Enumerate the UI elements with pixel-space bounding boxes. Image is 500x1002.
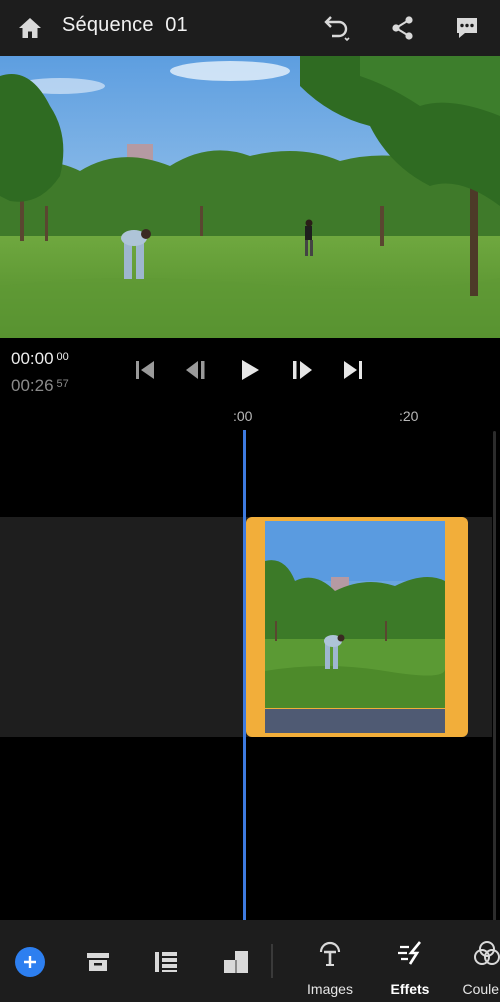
skip-to-start-button[interactable] xyxy=(130,355,160,385)
images-label: Images xyxy=(307,981,353,997)
clip-thumbnail-image xyxy=(265,521,445,708)
archive-icon xyxy=(87,953,109,971)
effects-tool[interactable]: Effets xyxy=(375,936,445,1002)
play-button[interactable] xyxy=(234,355,264,385)
page-title: Séquence 01 xyxy=(62,14,188,36)
video-frame-image xyxy=(0,56,500,338)
step-forward-button[interactable] xyxy=(286,355,316,385)
share-icon xyxy=(392,16,413,40)
clip-thumbnail xyxy=(265,521,445,708)
playhead[interactable] xyxy=(243,430,246,920)
clip-audio-strip xyxy=(265,709,445,733)
toolbar-divider xyxy=(271,944,273,978)
aspect-ratio-button[interactable] xyxy=(218,944,254,980)
plus-icon xyxy=(24,956,36,968)
effects-icon xyxy=(375,936,445,970)
total-time: 00:26 xyxy=(11,376,54,395)
current-frames: 00 xyxy=(56,351,69,363)
clip-list-button[interactable] xyxy=(148,944,184,980)
app-header: Séquence 01 xyxy=(0,0,500,56)
ruler-label-start: :00 xyxy=(233,408,253,424)
transport-bar: 00:00 00 00:26 57 xyxy=(0,338,500,404)
step-back-icon xyxy=(186,361,205,379)
images-tool[interactable]: Images xyxy=(295,936,365,1002)
add-circle xyxy=(15,947,45,977)
archive-button[interactable] xyxy=(80,944,116,980)
images-text-icon xyxy=(295,936,365,970)
comments-button[interactable] xyxy=(449,10,485,46)
home-icon xyxy=(19,18,41,38)
share-button[interactable] xyxy=(385,10,421,46)
ruler-label-20: :20 xyxy=(399,408,419,424)
step-back-button[interactable] xyxy=(182,355,212,385)
effects-label: Effets xyxy=(390,981,430,997)
timeline-scrollbar[interactable] xyxy=(493,431,496,921)
add-media-button[interactable] xyxy=(12,944,48,980)
current-time: 00:00 xyxy=(11,349,54,368)
skip-to-end-button[interactable] xyxy=(338,355,368,385)
color-tool[interactable]: Couleur xyxy=(452,936,500,1002)
aspect-ratio-icon xyxy=(224,951,248,973)
current-timecode: 00:00 00 xyxy=(11,349,69,369)
clip-list-icon xyxy=(155,952,177,972)
undo-button[interactable] xyxy=(318,10,354,46)
step-forward-icon xyxy=(293,361,312,379)
video-clip-selected[interactable] xyxy=(246,517,468,737)
bottom-toolbar: Images Effets Couleur xyxy=(0,920,500,1002)
undo-icon xyxy=(324,16,350,42)
color-icon xyxy=(452,936,500,970)
total-timecode: 00:26 57 xyxy=(11,376,69,396)
color-label: Couleur xyxy=(462,981,500,997)
timeline[interactable]: :00 :20 xyxy=(0,404,500,921)
skip-to-end-icon xyxy=(344,361,362,379)
play-icon xyxy=(242,360,259,380)
comment-icon xyxy=(457,18,477,38)
video-preview[interactable] xyxy=(0,56,500,338)
home-button[interactable] xyxy=(12,10,48,46)
total-frames: 57 xyxy=(56,378,69,390)
skip-to-start-icon xyxy=(136,361,154,379)
